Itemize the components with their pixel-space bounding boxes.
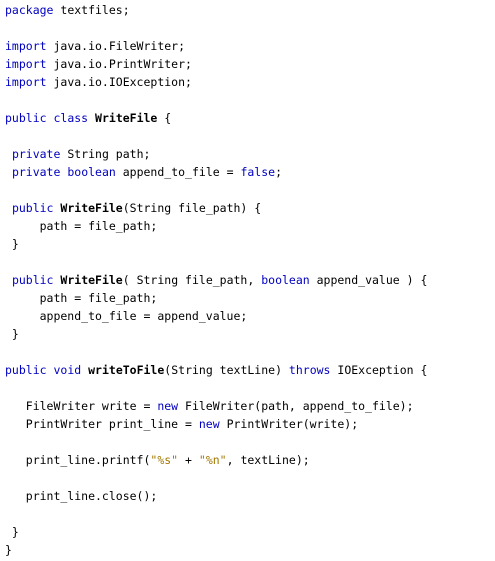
code-text: path = file_path;	[5, 219, 158, 233]
code-line: path = file_path;	[5, 217, 427, 235]
keyword-token: public	[11, 273, 54, 287]
code-line: public WriteFile(String file_path) {	[5, 199, 427, 217]
string-literal-token: "%n"	[198, 453, 227, 467]
code-line: public void writeToFile(String textLine)…	[5, 361, 427, 379]
code-line: package textfiles;	[5, 1, 427, 19]
keyword-token: new	[198, 417, 220, 431]
keyword-token: public	[11, 201, 54, 215]
keyword-token: public	[5, 111, 47, 125]
code-text: print_line.close();	[5, 489, 158, 503]
code-text: print_line.printf(	[5, 453, 151, 467]
code-text: FileWriter write =	[5, 399, 158, 413]
code-text: (String file_path) {	[122, 201, 262, 215]
keyword-token: import	[5, 39, 47, 53]
keyword-token: void	[53, 363, 82, 377]
code-line: PrintWriter print_line = new PrintWriter…	[5, 415, 427, 433]
code-text: , textLine);	[226, 453, 310, 467]
code-line: private boolean append_to_file = false;	[5, 163, 427, 181]
code-text: ( String file_path,	[122, 273, 262, 287]
code-text: {	[157, 111, 172, 125]
code-line: }	[5, 325, 427, 343]
code-text: }	[5, 237, 19, 251]
code-text: (String textLine)	[164, 363, 289, 377]
code-text: }	[5, 543, 12, 557]
keyword-token: package	[5, 3, 54, 17]
code-text: IOException {	[330, 363, 428, 377]
code-text: append_to_file =	[115, 165, 241, 179]
code-text: java.io.FileWriter;	[46, 39, 186, 53]
code-text: FileWriter(path, append_to_file);	[178, 399, 414, 413]
code-text: PrintWriter print_line =	[5, 417, 199, 431]
identifier-token: WriteFile	[60, 201, 123, 215]
code-text: path = file_path;	[5, 291, 158, 305]
keyword-token: private	[11, 147, 61, 161]
code-line: print_line.printf("%s" + "%n", textLine)…	[5, 451, 427, 469]
code-text: java.io.IOException;	[46, 75, 192, 89]
code-line: public class WriteFile {	[5, 109, 427, 127]
code-line: }	[5, 523, 427, 541]
code-text: textfiles;	[53, 3, 130, 17]
identifier-token: WriteFile	[60, 273, 123, 287]
keyword-token: import	[5, 75, 47, 89]
code-editor[interactable]: package textfiles; import java.io.FileWri…	[0, 0, 495, 561]
code-text: +	[178, 453, 199, 467]
code-text: }	[5, 525, 19, 539]
code-listing[interactable]: package textfiles; import java.io.FileWri…	[5, 1, 427, 559]
code-text: String path;	[60, 147, 151, 161]
keyword-token: boolean	[67, 165, 116, 179]
keyword-token: class	[53, 111, 89, 125]
code-line: private String path;	[5, 145, 427, 163]
keyword-token: boolean	[261, 273, 310, 287]
code-text: java.io.PrintWriter;	[46, 57, 192, 71]
code-line: }	[5, 235, 427, 253]
code-text: append_value ) {	[309, 273, 428, 287]
keyword-token: throws	[288, 363, 331, 377]
code-text: }	[5, 327, 19, 341]
code-line: }	[5, 541, 427, 559]
keyword-token: public	[5, 363, 47, 377]
keyword-token: import	[5, 57, 47, 71]
code-text: ;	[275, 165, 282, 179]
code-line: public WriteFile( String file_path, bool…	[5, 271, 427, 289]
code-line: FileWriter write = new FileWriter(path, …	[5, 397, 427, 415]
identifier-token: WriteFile	[95, 111, 158, 125]
keyword-token: false	[240, 165, 276, 179]
code-line: import java.io.PrintWriter;	[5, 55, 427, 73]
code-text: PrintWriter(write);	[219, 417, 359, 431]
code-line: print_line.close();	[5, 487, 427, 505]
keyword-token: new	[157, 399, 179, 413]
identifier-token: writeToFile	[88, 363, 165, 377]
code-line: import java.io.IOException;	[5, 73, 427, 91]
keyword-token: private	[11, 165, 61, 179]
code-line: path = file_path;	[5, 289, 427, 307]
code-text: append_to_file = append_value;	[5, 309, 248, 323]
code-line: import java.io.FileWriter;	[5, 37, 427, 55]
string-literal-token: "%s"	[150, 453, 179, 467]
code-line: append_to_file = append_value;	[5, 307, 427, 325]
